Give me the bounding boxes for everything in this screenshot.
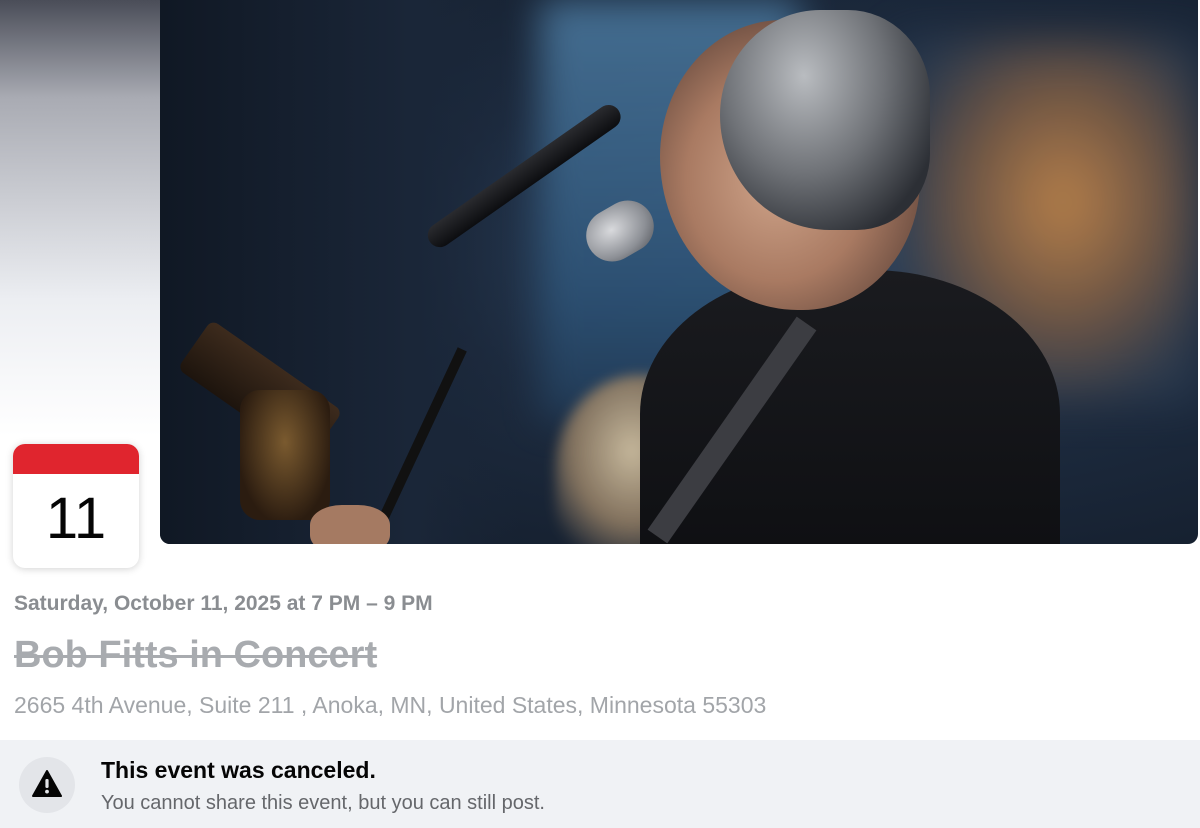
guitar-headstock	[240, 390, 330, 520]
banner-title: This event was canceled.	[101, 757, 376, 783]
stage-background	[160, 0, 520, 544]
calendar-day-number: 11	[45, 486, 107, 551]
banner-subtitle: You cannot share this event, but you can…	[101, 792, 545, 814]
event-title: Bob Fitts in Concert	[14, 634, 378, 676]
calendar-header-bar	[13, 444, 139, 474]
singer-hand	[310, 505, 390, 544]
calendar-date-badge: 11	[13, 444, 139, 568]
event-page: 11 Saturday, October 11, 2025 at 7 PM – …	[0, 0, 1200, 828]
singer-torso	[640, 270, 1060, 544]
event-cover-photo[interactable]	[160, 0, 1198, 544]
canceled-banner: This event was canceled. You cannot shar…	[0, 740, 1200, 828]
event-address[interactable]: 2665 4th Avenue, Suite 211 , Anoka, MN, …	[14, 692, 766, 719]
warning-icon	[19, 757, 75, 813]
event-date-time: Saturday, October 11, 2025 at 7 PM – 9 P…	[14, 592, 433, 615]
